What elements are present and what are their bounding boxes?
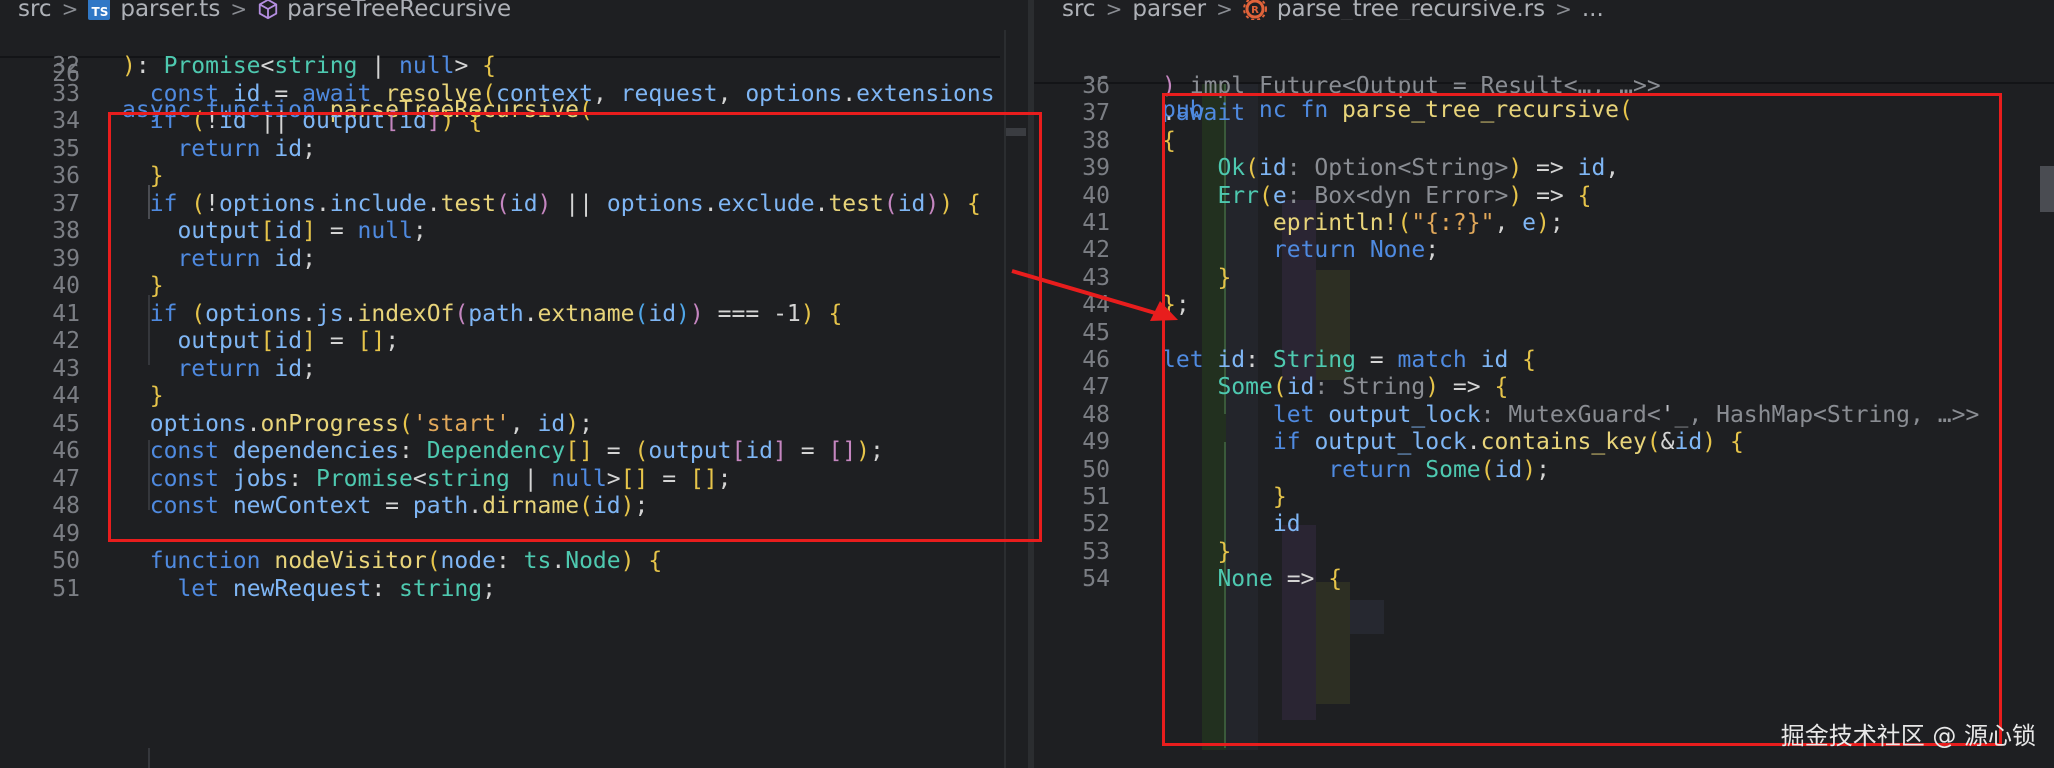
breadcrumb-item-src[interactable]: src [18,0,52,22]
right-highlight-box [1162,93,2002,746]
line-number: 54 [1082,566,1110,593]
breadcrumb-file-label: parse_tree_recursive.rs [1276,0,1546,22]
chevron-right-icon: > [1555,0,1572,21]
breadcrumb-item-file[interactable]: TS parser.ts [88,0,220,22]
typescript-file-icon: TS [88,0,111,20]
chevron-right-icon: > [230,0,248,21]
breadcrumb-file-label: parser.ts [120,0,221,22]
arrow-annotation-icon [1011,269,1178,321]
svg-text:R: R [1251,5,1259,16]
watermark: 掘金技术社区 @ 源心锁 [1780,722,2036,750]
chevron-right-icon: > [1105,0,1123,21]
code-text: let newRequest: string; [177,575,496,602]
breadcrumb-item-more[interactable]: ... [1582,0,1604,22]
breadcrumb-item-folder[interactable]: parser [1132,0,1206,22]
rust-file-icon: R [1242,0,1267,21]
left-highlight-box [108,112,1042,542]
breadcrumb-item-file[interactable]: R parse_tree_recursive.rs [1242,0,1546,22]
breadcrumb-item-function[interactable]: parseTreeRecursive [257,0,511,22]
line-number: 51 [52,575,80,602]
code-line[interactable]: 51 let newRequest: string; [0,571,1000,607]
breadcrumb-item-src[interactable]: src [1062,0,1096,22]
chevron-right-icon: > [61,0,79,21]
sticky-scroll-line[interactable]: 23 pub async fn parse_tree_recursive( [1034,20,2054,123]
breadcrumb-function-label: parseTreeRecursive [287,0,512,22]
chevron-right-icon: > [1216,0,1233,21]
cube-icon [258,0,278,20]
